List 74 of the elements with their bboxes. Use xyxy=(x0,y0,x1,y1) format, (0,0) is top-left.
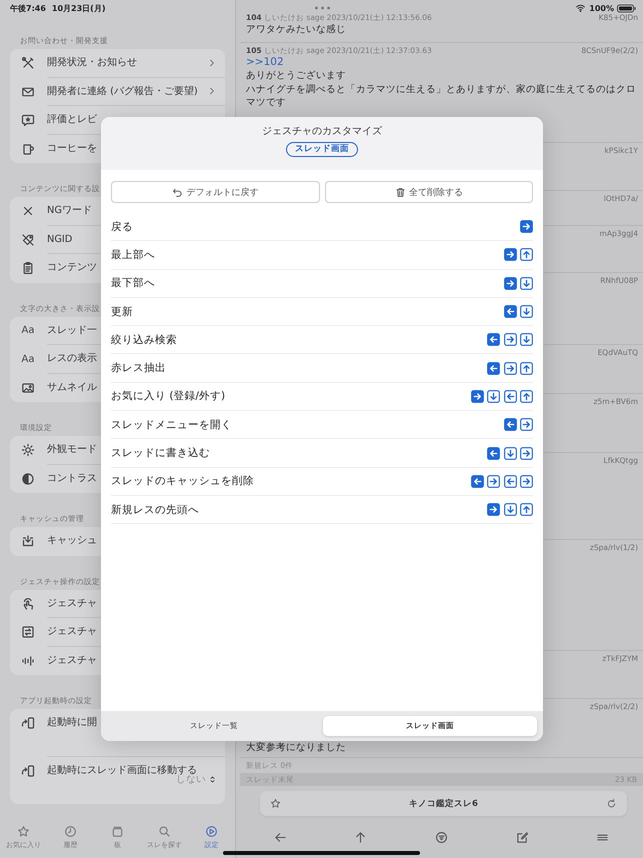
swap-square-icon xyxy=(21,625,35,640)
hand-tap-icon xyxy=(21,596,35,611)
reload-icon[interactable] xyxy=(606,798,617,809)
settings-item[interactable]: ジェスチャ xyxy=(47,654,97,666)
undo-icon xyxy=(172,186,184,198)
cup-icon xyxy=(21,142,35,156)
back-arrow-icon[interactable] xyxy=(274,830,287,844)
post-text: 大変参考になりました xyxy=(246,740,347,754)
filter-icon[interactable] xyxy=(434,830,448,844)
settings-item[interactable]: コンテンツ xyxy=(47,262,97,274)
settings-item[interactable]: 評価とレビ xyxy=(47,114,97,126)
settings-item[interactable]: スレッド一 xyxy=(47,324,97,336)
arrow-phone-icon xyxy=(20,764,36,778)
settings-item[interactable]: NGID xyxy=(47,234,72,246)
text-size-icon: Aa xyxy=(22,354,34,365)
settings-item[interactable]: ジェスチャ xyxy=(47,598,97,610)
post-text: アワタケみたいな感じ xyxy=(246,23,347,36)
text-size-icon: Aa xyxy=(22,325,34,336)
gesture-name[interactable]: 戻る xyxy=(111,220,520,234)
settings-item[interactable]: コントラス xyxy=(47,472,97,484)
settings-item[interactable]: レスの表示 xyxy=(47,353,97,365)
thread-title: キノコ鑑定スレ6 xyxy=(408,798,479,810)
settings-item[interactable]: ジェスチャ xyxy=(47,626,97,638)
photo-icon xyxy=(21,380,35,395)
trash-icon xyxy=(394,186,406,198)
star-bubble-icon xyxy=(21,113,35,128)
post-text: ハナイグチを調べると「カラマツに生える」とありますが、家の庭に生えてるのはクロマツです xyxy=(246,82,637,110)
gesture-name[interactable]: 赤レス抽出 xyxy=(111,361,487,376)
time-text: 午後7:46 xyxy=(10,2,46,14)
tools-icon xyxy=(21,56,35,70)
gesture-name[interactable]: スレッドに書き込む xyxy=(111,446,487,460)
settings-item[interactable]: NGワード xyxy=(47,205,92,217)
date-text: 10月23日(月) xyxy=(52,2,106,14)
gesture-name[interactable]: スレッドメニューを開く xyxy=(111,418,504,432)
star-icon[interactable] xyxy=(270,798,281,809)
settings-item[interactable]: 起動時に開 xyxy=(47,717,97,729)
settings-item[interactable]: 起動時にスレッド画面に移動する xyxy=(47,764,197,776)
arrow-phone-icon xyxy=(20,716,36,730)
up-arrow-icon[interactable] xyxy=(354,830,368,844)
post-text: ありがとうございます xyxy=(246,69,347,82)
settings-item[interactable]: 開発者に連絡 (バグ報告・ご要望) xyxy=(47,86,198,98)
contrast-icon xyxy=(21,472,35,486)
clipboard-icon xyxy=(21,261,35,276)
battery-percent: 100% xyxy=(589,4,614,12)
settings-icon xyxy=(205,825,218,838)
compose-icon[interactable] xyxy=(516,830,529,844)
tag-slash-icon xyxy=(21,232,35,247)
modal-title: ジェスチャのカスタマイズ xyxy=(262,125,382,138)
delete-all-button[interactable]: 全て削除する xyxy=(324,181,533,203)
tray-icon xyxy=(111,825,124,838)
wifi-icon xyxy=(575,3,586,13)
updown-chevron-icon xyxy=(208,774,217,784)
settings-item[interactable]: 外観モード xyxy=(47,444,97,456)
gesture-name[interactable]: 更新 xyxy=(111,304,504,319)
battery-icon xyxy=(617,4,636,12)
tray-download-icon xyxy=(21,534,35,548)
gesture-name[interactable]: スレッドのキャッシュを削除 xyxy=(111,474,470,488)
gesture-name[interactable]: お気に入り (登録/外す) xyxy=(111,389,470,404)
gesture-name[interactable]: 新規レスの先頭へ xyxy=(111,502,487,517)
gesture-name[interactable]: 最下部へ xyxy=(111,276,504,290)
search-icon xyxy=(158,825,171,838)
gesture-name[interactable]: 絞り込み検索 xyxy=(111,332,487,347)
settings-item[interactable]: コーヒーを xyxy=(47,142,97,154)
settings-item[interactable]: 開発状況・お知らせ xyxy=(47,57,137,69)
reset-button[interactable]: デフォルトに戻す xyxy=(111,181,320,203)
star-icon xyxy=(17,825,30,838)
settings-item[interactable]: サムネイル xyxy=(47,382,97,394)
screen-badge: スレッド画面 xyxy=(286,142,358,157)
waveform-icon xyxy=(21,654,35,668)
clock-icon xyxy=(64,825,77,838)
sun-icon xyxy=(21,443,35,458)
envelope-icon xyxy=(21,84,35,99)
settings-item[interactable]: キャッシュ xyxy=(47,535,97,547)
gesture-name[interactable]: 最上部へ xyxy=(111,248,504,262)
